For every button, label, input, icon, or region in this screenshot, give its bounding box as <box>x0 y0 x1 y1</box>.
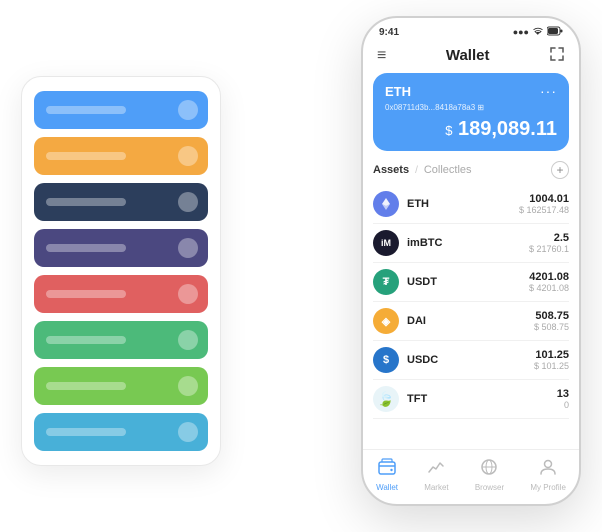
usdt-icon: ₮ <box>373 269 399 295</box>
bottom-nav: Wallet Market Browser My Profile <box>363 449 579 504</box>
imbtc-asset-balance: 2.5 <box>529 232 569 244</box>
asset-name-dai: DAI <box>407 315 534 327</box>
assets-header: Assets / Collectles + <box>373 161 569 179</box>
imbtc-icon: iM <box>373 230 399 256</box>
card-row[interactable] <box>34 183 208 221</box>
usdc-asset-balance: 101.25 <box>534 349 569 361</box>
asset-item-eth[interactable]: ETH 1004.01 $ 162517.48 <box>373 185 569 224</box>
dai-icon: ◈ <box>373 308 399 334</box>
menu-icon[interactable]: ≡ <box>377 47 386 65</box>
usdt-asset-balance: 4201.08 <box>529 271 569 283</box>
eth-address: 0x08711d3b...8418a78a3 ⊞ <box>385 103 557 112</box>
phone-header: ≡ Wallet <box>363 42 579 73</box>
asset-item-imbtc[interactable]: iM imBTC 2.5 $ 21760.1 <box>373 224 569 263</box>
browser-nav-icon <box>480 458 498 481</box>
imbtc-asset-usd: $ 21760.1 <box>529 244 569 254</box>
card-row[interactable] <box>34 321 208 359</box>
asset-amounts-usdt: 4201.08 $ 4201.08 <box>529 271 569 293</box>
asset-amounts-dai: 508.75 $ 508.75 <box>534 310 569 332</box>
tab-separator: / <box>415 165 418 176</box>
phone-mockup: 9:41 ●●● ≡ Wallet E <box>361 16 581 506</box>
tft-icon: 🍃 <box>373 386 399 412</box>
browser-nav-label: Browser <box>475 483 504 492</box>
eth-asset-balance: 1004.01 <box>519 193 569 205</box>
battery-icon <box>547 26 563 38</box>
tft-asset-usd: 0 <box>557 400 569 410</box>
status-bar: 9:41 ●●● <box>363 18 579 42</box>
eth-symbol: ETH <box>385 84 411 99</box>
market-nav-label: Market <box>424 483 448 492</box>
card-row[interactable] <box>34 275 208 313</box>
status-icons: ●●● <box>513 26 563 38</box>
usdc-asset-usd: $ 101.25 <box>534 361 569 371</box>
asset-amounts-imbtc: 2.5 $ 21760.1 <box>529 232 569 254</box>
tab-collectibles[interactable]: Collectles <box>424 164 472 176</box>
asset-amounts-usdc: 101.25 $ 101.25 <box>534 349 569 371</box>
asset-name-usdt: USDT <box>407 276 529 288</box>
usdc-icon: $ <box>373 347 399 373</box>
scene: 9:41 ●●● ≡ Wallet E <box>21 16 581 516</box>
expand-icon[interactable] <box>549 46 565 65</box>
card-dot <box>178 284 198 304</box>
status-time: 9:41 <box>379 27 399 38</box>
card-row[interactable] <box>34 229 208 267</box>
asset-item-usdt[interactable]: ₮ USDT 4201.08 $ 4201.08 <box>373 263 569 302</box>
usdt-asset-usd: $ 4201.08 <box>529 283 569 293</box>
eth-icon <box>373 191 399 217</box>
header-title: Wallet <box>446 47 490 64</box>
signal-icon: ●●● <box>513 27 529 37</box>
tab-assets[interactable]: Assets <box>373 164 409 176</box>
asset-list: ETH 1004.01 $ 162517.48 iM imBTC 2.5 $ 2… <box>373 185 569 449</box>
add-icon: + <box>556 163 563 177</box>
wallet-nav-label: Wallet <box>376 483 398 492</box>
asset-name-imbtc: imBTC <box>407 237 529 249</box>
card-dot <box>178 192 198 212</box>
asset-item-tft[interactable]: 🍃 TFT 13 0 <box>373 380 569 419</box>
add-asset-button[interactable]: + <box>551 161 569 179</box>
tft-asset-balance: 13 <box>557 388 569 400</box>
asset-amounts-eth: 1004.01 $ 162517.48 <box>519 193 569 215</box>
asset-item-dai[interactable]: ◈ DAI 508.75 $ 508.75 <box>373 302 569 341</box>
eth-card[interactable]: ETH ··· 0x08711d3b...8418a78a3 ⊞ $ 189,0… <box>373 73 569 151</box>
eth-more-button[interactable]: ··· <box>540 83 557 99</box>
eth-card-header: ETH ··· <box>385 83 557 99</box>
card-row[interactable] <box>34 137 208 175</box>
card-dot <box>178 376 198 396</box>
market-nav-icon <box>427 458 445 481</box>
wallet-card-panel <box>21 76 221 466</box>
eth-balance: $ 189,089.11 <box>385 118 557 141</box>
assets-tabs: Assets / Collectles <box>373 164 472 176</box>
card-dot <box>178 238 198 258</box>
eth-asset-usd: $ 162517.48 <box>519 205 569 215</box>
dai-asset-balance: 508.75 <box>534 310 569 322</box>
dollar-sign: $ <box>445 123 452 138</box>
asset-amounts-tft: 13 0 <box>557 388 569 410</box>
card-dot <box>178 330 198 350</box>
profile-nav-label: My Profile <box>530 483 566 492</box>
card-dot <box>178 100 198 120</box>
card-dot <box>178 146 198 166</box>
nav-browser[interactable]: Browser <box>475 458 504 492</box>
dai-asset-usd: $ 508.75 <box>534 322 569 332</box>
phone-content: ETH ··· 0x08711d3b...8418a78a3 ⊞ $ 189,0… <box>363 73 579 449</box>
wallet-nav-icon <box>378 458 396 481</box>
nav-profile[interactable]: My Profile <box>530 458 566 492</box>
asset-item-usdc[interactable]: $ USDC 101.25 $ 101.25 <box>373 341 569 380</box>
card-row[interactable] <box>34 413 208 451</box>
profile-nav-icon <box>539 458 557 481</box>
nav-market[interactable]: Market <box>424 458 448 492</box>
card-row[interactable] <box>34 367 208 405</box>
nav-wallet[interactable]: Wallet <box>376 458 398 492</box>
card-dot <box>178 422 198 442</box>
wifi-icon <box>532 26 544 38</box>
card-row[interactable] <box>34 91 208 129</box>
asset-name-usdc: USDC <box>407 354 534 366</box>
asset-name-tft: TFT <box>407 393 557 405</box>
eth-balance-value: 189,089.11 <box>458 118 557 140</box>
asset-name-eth: ETH <box>407 198 519 210</box>
